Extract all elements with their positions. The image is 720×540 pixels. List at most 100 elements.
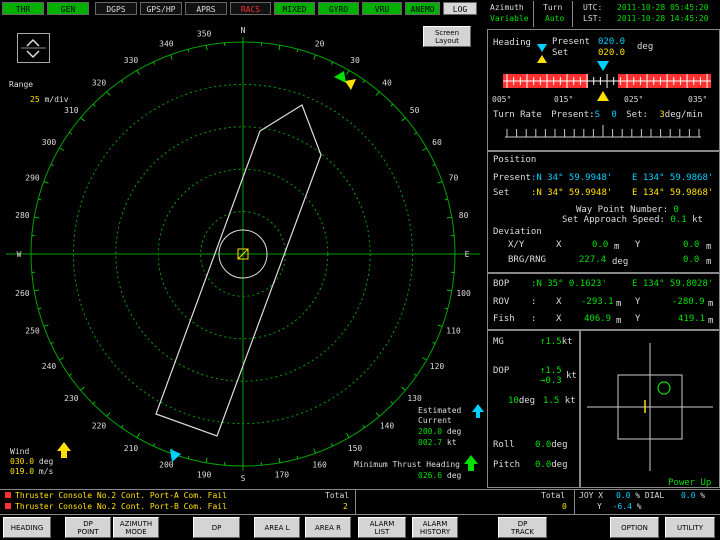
turn-rate-gauge [505, 124, 705, 144]
roll-readout: 0.0deg [535, 440, 568, 451]
compass-tick [278, 457, 281, 463]
vessel-outline [155, 104, 322, 437]
current-direction: 200.0 deg [418, 427, 461, 437]
min-thrust-value: 026.6 [418, 471, 443, 480]
lst-label: LST: [583, 14, 603, 23]
radar-panel[interactable]: N 20 30 40 50 60 70 80 E 100 110 120 130 140 150 160 170… [0, 17, 487, 489]
compass-label: 250 [25, 327, 40, 336]
status-tab-vru[interactable]: VRU [362, 2, 402, 15]
deviation-y-label: Y [635, 240, 641, 250]
compass-tick [80, 117, 85, 122]
status-tab-racs[interactable]: RACS [230, 2, 271, 15]
utility-button[interactable]: UTILITY [665, 517, 715, 538]
compass-tick [34, 289, 40, 292]
compass-tick [120, 424, 124, 428]
area-l-button[interactable]: AREA L [254, 517, 300, 538]
roll-label: Roll [493, 440, 515, 450]
rng-unit: m [706, 257, 712, 267]
compass-tick [205, 45, 208, 51]
range-zoom-control[interactable] [17, 33, 50, 63]
compass-tick [59, 357, 64, 361]
rov-y-value: -280.9 [672, 297, 705, 307]
compass-tick [313, 448, 316, 454]
rov-x-label: X [556, 297, 562, 307]
heading-present-pointer-icon [597, 61, 609, 71]
position-set-label: Set [493, 188, 510, 198]
dop-heading-value: 10 [508, 396, 519, 406]
compass-tick [390, 103, 394, 107]
status-tab-gen[interactable]: GEN [47, 2, 89, 15]
turn-rate-label: Turn Rate [493, 110, 542, 120]
dial-label: DIAL [644, 491, 665, 500]
alarm-item[interactable]: Thruster Console No.2 Cont. Port-B Com. … [5, 502, 227, 512]
fish-separator: : [531, 314, 537, 324]
compass-label: 300 [42, 138, 57, 147]
dop-value-2: →0.3 [540, 376, 562, 386]
estimated-current-legend-icon [472, 404, 484, 418]
vector-target-circle [657, 381, 671, 395]
status-tab-dgps[interactable]: DGPS [95, 2, 137, 15]
pitch-unit: deg [551, 460, 568, 470]
alarm-history-button[interactable]: ALARM HISTORY [412, 517, 458, 538]
azimuth-mode-button[interactable]: AZIMUTH MODE [113, 517, 159, 538]
mg-readout: ↑1.5kt [540, 337, 573, 348]
compass-tick [152, 61, 156, 65]
compass-label: 210 [124, 444, 139, 453]
dp-point-button[interactable]: DP POINT [65, 517, 111, 538]
heading-tick-015: 015° [554, 95, 574, 104]
status-tab-log[interactable]: LOG [443, 2, 477, 15]
joy-divider [574, 490, 575, 514]
alarm-list-button[interactable]: ALARM LIST [358, 517, 406, 538]
status-tab-thr[interactable]: THR [2, 2, 44, 15]
joy-x-unit: % [635, 491, 641, 500]
status-tab-anemo[interactable]: ANEMO [405, 2, 440, 15]
compass-tick [362, 80, 366, 84]
turn-rate-present-sign: S [594, 110, 600, 120]
alarm-text: Thruster Console No.2 Cont. Port-A Com. … [15, 491, 227, 500]
bop-lat: :N 35° 0.1623' [531, 279, 607, 289]
rov-x-unit: m [616, 299, 622, 309]
heading-tick-005: 005° [492, 95, 512, 104]
compass-label: 40 [382, 78, 392, 87]
wind-direction-unit: deg [38, 457, 54, 466]
area-r-button[interactable]: AREA R [305, 517, 351, 538]
compass-label: 340 [159, 40, 174, 49]
heading-unit: deg [637, 42, 654, 52]
compass-label: 30 [350, 56, 360, 65]
deviation-y-value: 0.0 [683, 240, 700, 250]
alarm-list[interactable]: Thruster Console No.2 Cont. Port-A Com. … [0, 490, 355, 514]
alarm-total-value: 2 [343, 502, 348, 511]
brg-value: 227.4 [579, 255, 607, 265]
deviation-xy-label: X/Y [508, 240, 525, 250]
option-button[interactable]: OPTION [610, 517, 659, 538]
compass-label: 100 [456, 289, 471, 298]
turn-rate-set-label: Set: [626, 110, 648, 120]
status-tab-gyro[interactable]: GYRO [318, 2, 359, 15]
heading-present-label: Present [552, 37, 590, 47]
current-speed-value: 002.7 [418, 438, 443, 447]
screen-layout-button[interactable]: Screen Layout [423, 26, 471, 47]
current-label: Estimated Current [418, 406, 462, 425]
compass-tick [187, 49, 190, 53]
bop-lon: E 134° 59.8028' [632, 279, 714, 289]
joy-x-value: 0.0 [615, 491, 631, 500]
heading-set-value: 020.0 [598, 48, 626, 58]
current-direction-unit: deg [446, 427, 462, 436]
compass-tick [38, 307, 42, 310]
alarm-item[interactable]: Thruster Console No.2 Cont. Port-A Com. … [5, 491, 227, 501]
roll-unit: deg [551, 440, 568, 450]
status-tab-aprs[interactable]: APRS [185, 2, 227, 15]
status-tab-gps-hp[interactable]: GPS/HP [140, 2, 182, 15]
compass-tick [120, 80, 124, 84]
status-tab-mixed[interactable]: MIXED [274, 2, 315, 15]
dp-track-button[interactable]: DP TRACK [498, 517, 547, 538]
heading-title: Heading [493, 38, 531, 48]
alarm-text: Thruster Console No.2 Cont. Port-B Com. … [15, 502, 227, 511]
compass-tick [278, 45, 281, 51]
present-heading-arrow-icon [334, 71, 346, 83]
fish-x-unit: m [616, 316, 622, 326]
heading-button[interactable]: HEADING [3, 517, 51, 538]
min-thrust-readout: 026.6 deg [418, 471, 461, 481]
fish-y-unit: m [708, 316, 714, 326]
dp-button[interactable]: DP [193, 517, 240, 538]
